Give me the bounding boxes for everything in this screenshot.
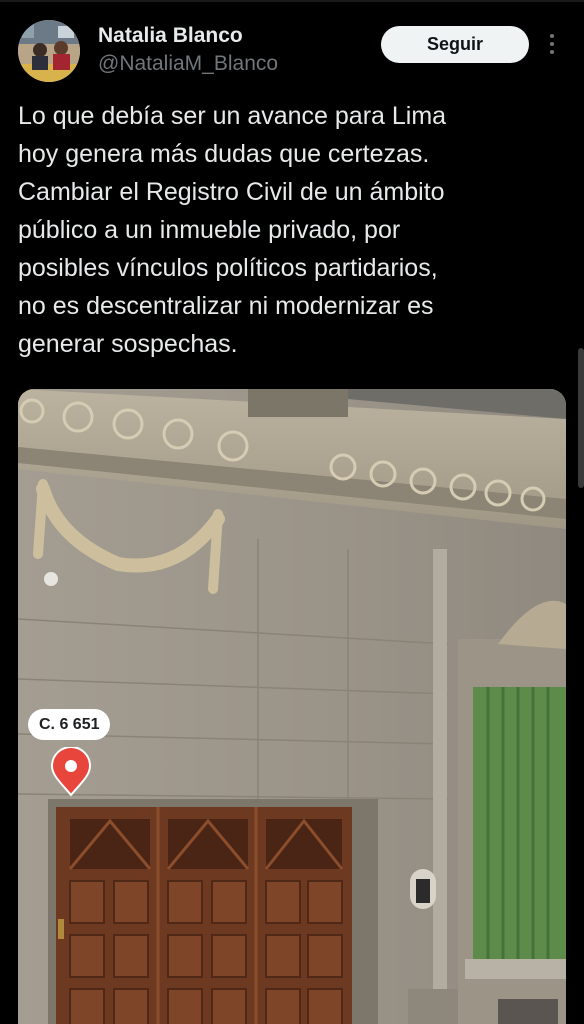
- follow-button[interactable]: Seguir: [381, 26, 529, 63]
- more-vertical-icon[interactable]: [548, 34, 556, 58]
- map-pin-icon: [50, 746, 92, 797]
- author-handle[interactable]: @NataliaM_Blanco: [98, 50, 278, 78]
- avatar-photo: [18, 20, 80, 82]
- map-address-label: C. 6 651: [28, 709, 111, 740]
- tweet-header: Natalia Blanco @NataliaM_Blanco Seguir: [18, 20, 566, 86]
- building-facade-photo: [18, 389, 566, 1024]
- scrollbar[interactable]: [578, 348, 584, 488]
- top-divider: [0, 0, 584, 2]
- tweet-media-image[interactable]: [18, 389, 566, 1024]
- avatar[interactable]: [18, 20, 80, 82]
- author-display-name[interactable]: Natalia Blanco: [98, 22, 278, 50]
- tweet-text: Lo que debía ser un avance para Lima hoy…: [18, 102, 447, 358]
